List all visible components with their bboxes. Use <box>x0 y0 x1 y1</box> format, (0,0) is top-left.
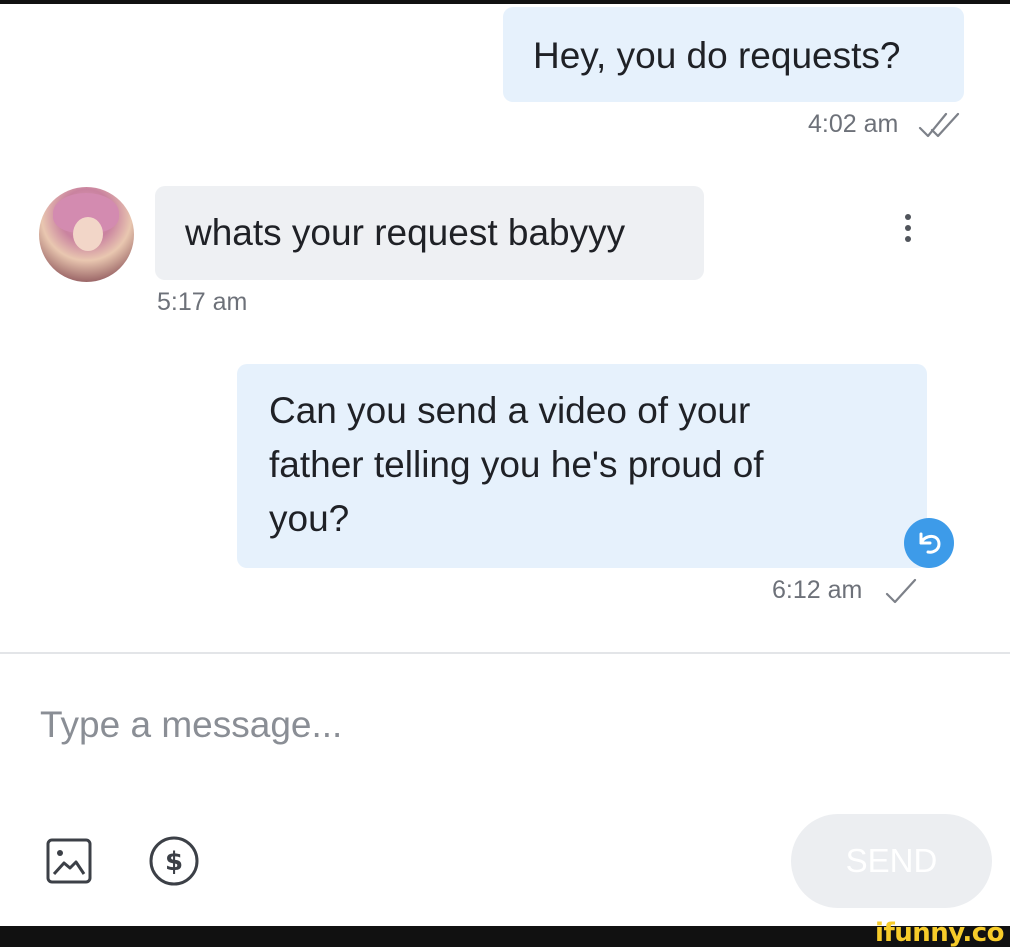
bottom-edge-bar <box>0 926 1010 947</box>
incoming-message-bubble[interactable]: whats your request babyyy <box>155 186 704 280</box>
avatar[interactable] <box>39 187 134 282</box>
outgoing-message-bubble[interactable]: Can you send a video of your father tell… <box>237 364 927 568</box>
message-text-line: you? <box>269 498 350 539</box>
more-vertical-icon[interactable] <box>896 214 920 250</box>
svg-text:$: $ <box>165 847 183 877</box>
message-timestamp: 5:17 am <box>157 288 248 316</box>
image-icon[interactable] <box>45 837 93 885</box>
message-text-line: Can you send a video of your <box>269 390 751 431</box>
reply-icon[interactable] <box>904 518 954 568</box>
message-text: Hey, you do requests? <box>533 35 901 76</box>
double-check-icon <box>918 112 960 138</box>
watermark-logo: ifunny.co <box>875 918 1004 948</box>
send-button[interactable]: SEND <box>791 814 992 908</box>
outgoing-message-bubble[interactable]: Hey, you do requests? <box>503 7 964 102</box>
message-input[interactable] <box>40 700 740 750</box>
check-icon <box>885 578 917 604</box>
message-timestamp: 6:12 am <box>772 576 863 604</box>
composer-divider <box>0 652 1010 654</box>
message-text-line: father telling you he's proud of <box>269 444 764 485</box>
message-timestamp: 4:02 am <box>808 110 899 138</box>
dollar-icon[interactable]: $ <box>148 835 200 887</box>
top-edge-bar <box>0 0 1010 4</box>
message-text: whats your request babyyy <box>185 212 626 253</box>
